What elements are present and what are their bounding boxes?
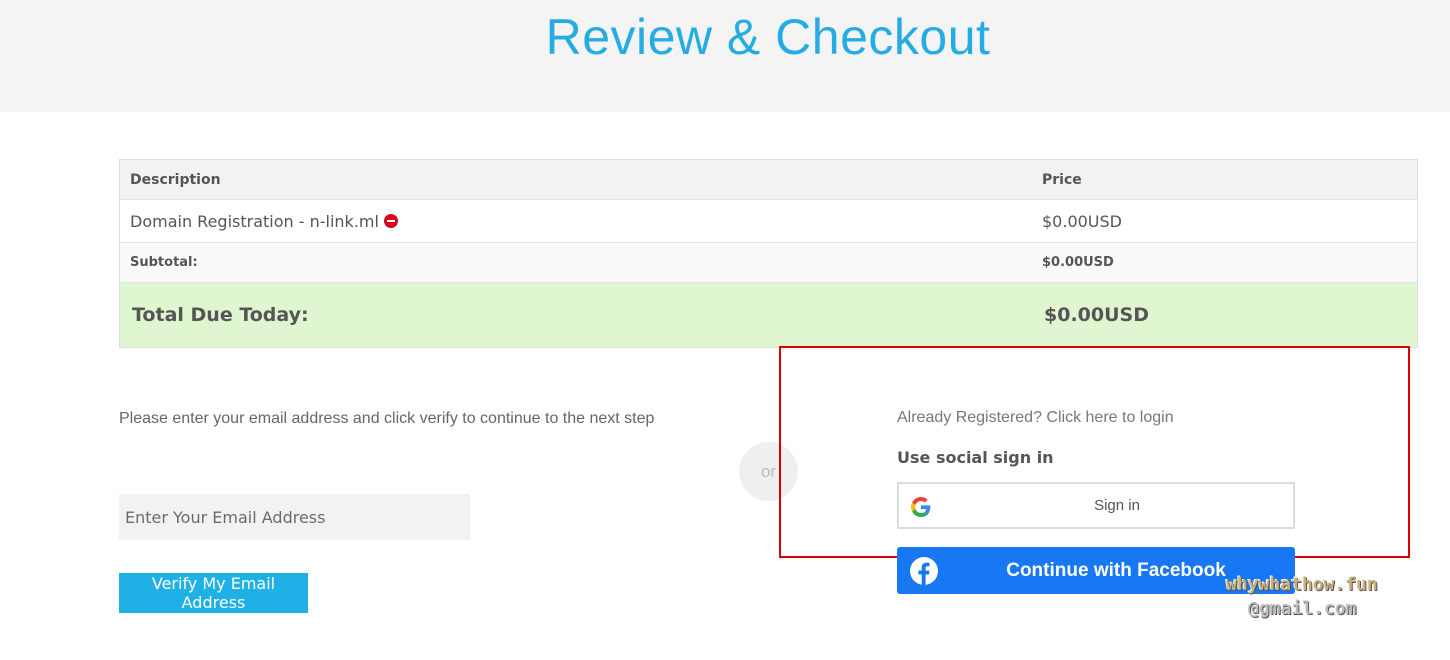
item-description: Domain Registration - n-link.ml — [130, 211, 379, 231]
item-price: $0.00USD — [1042, 211, 1122, 231]
watermark-line-1: whywhathow.fun — [1226, 574, 1378, 595]
total-value: $0.00USD — [1044, 304, 1149, 326]
watermark-line-2: @gmail.com — [1248, 598, 1357, 619]
remove-icon[interactable] — [383, 214, 398, 228]
total-label: Total Due Today: — [132, 304, 309, 326]
social-sign-in-title: Use social sign in — [897, 448, 1054, 467]
page-title: Review & Checkout — [545, 9, 991, 65]
watermark: whywhathow.fun @gmail.com — [1226, 573, 1396, 621]
column-header-description: Description — [130, 171, 221, 188]
subtotal-value: $0.00USD — [1042, 255, 1114, 270]
table-header-row: Description Price — [120, 160, 1417, 200]
subtotal-label: Subtotal: — [130, 255, 198, 270]
facebook-f-icon — [910, 557, 938, 585]
page-header: Review & Checkout — [0, 0, 1450, 112]
google-sign-in-button[interactable]: Sign in — [897, 482, 1295, 529]
table-row: Domain Registration - n-link.ml $0.00USD — [120, 200, 1417, 243]
login-link[interactable]: Already Registered? Click here to login — [897, 409, 1174, 427]
or-label: or — [760, 461, 777, 481]
column-header-price: Price — [1042, 171, 1082, 188]
email-intro-text: Please enter your email address and clic… — [119, 410, 655, 427]
verify-email-button[interactable]: Verify My Email Address — [119, 573, 308, 613]
total-row: Total Due Today: $0.00USD — [120, 283, 1417, 347]
subtotal-row: Subtotal: $0.00USD — [120, 243, 1417, 283]
google-sign-in-label: Sign in — [1094, 497, 1140, 514]
order-summary-table: Description Price Domain Registration - … — [119, 159, 1418, 348]
email-input[interactable] — [119, 494, 470, 540]
item-description-cell: Domain Registration - n-link.ml — [130, 200, 398, 242]
